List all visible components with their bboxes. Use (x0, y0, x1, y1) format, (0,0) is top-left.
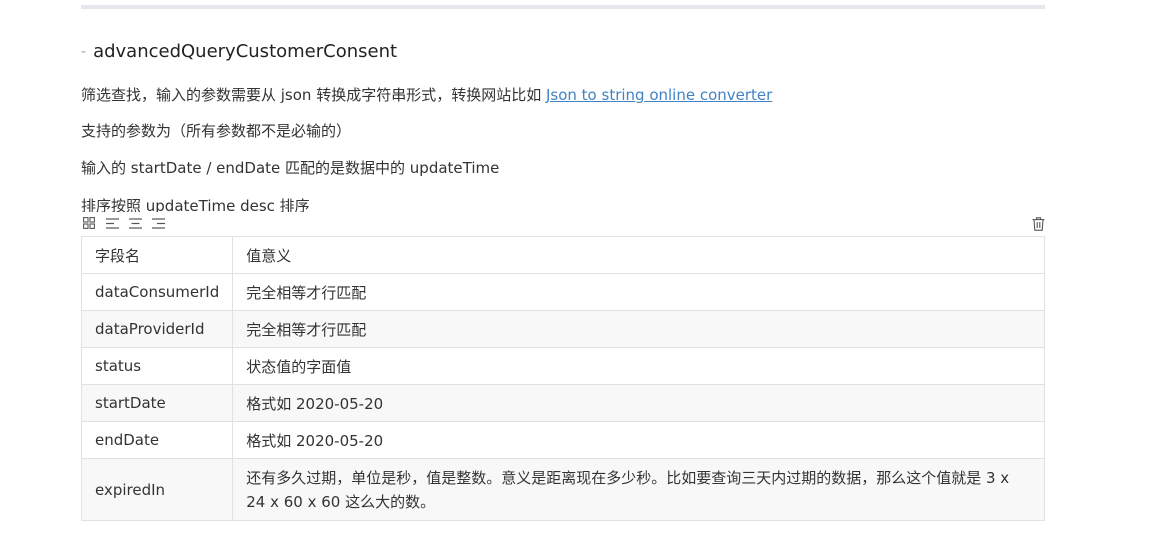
converter-link[interactable]: Json to string online converter (546, 86, 772, 104)
field-name-cell: status (80, 347, 234, 385)
heading-title: advancedQueryCustomerConsent (93, 41, 398, 62)
paragraph-params-intro: 支持的参数为（所有参数都不是必输的） (81, 122, 352, 140)
column-header-meaning: 值意义 (232, 236, 1045, 274)
table-grid-icon[interactable] (82, 216, 96, 230)
meaning-cell: 格式如 2020-05-20 (232, 384, 1045, 422)
meaning-cell: 完全相等才行匹配 (232, 273, 1045, 311)
table-row: dataProviderId 完全相等才行匹配 (80, 310, 1045, 348)
heading-marker: - (81, 44, 87, 60)
table-row: expiredIn 还有多久过期，单位是秒，值是整数。意义是距离现在多少秒。比如… (80, 458, 1045, 521)
table-row: dataConsumerId 完全相等才行匹配 (80, 273, 1045, 311)
table-row: endDate 格式如 2020-05-20 (80, 421, 1045, 459)
paragraph-description-text: 筛选查找，输入的参数需要从 json 转换成字符串形式，转换网站比如 (81, 86, 546, 104)
meaning-cell: 状态值的字面值 (232, 347, 1045, 385)
align-right-icon[interactable] (151, 216, 165, 230)
table-row: status 状态值的字面值 (80, 347, 1045, 385)
paragraph-sort-order: 排序按照 updateTime desc 排序 (81, 197, 310, 212)
paragraph-description: 筛选查找，输入的参数需要从 json 转换成字符串形式，转换网站比如 Json … (81, 85, 772, 105)
top-divider (81, 5, 1045, 9)
meaning-cell: 还有多久过期，单位是秒，值是整数。意义是距离现在多少秒。比如要查询三天内过期的数… (232, 458, 1045, 521)
parameters-table: 字段名 值意义 dataConsumerId 完全相等才行匹配 dataProv… (80, 236, 1045, 521)
field-name-cell: dataProviderId (80, 310, 234, 348)
table-header-row: 字段名 值意义 (80, 236, 1045, 274)
table-toolbar (82, 216, 174, 230)
meaning-cell: 完全相等才行匹配 (232, 310, 1045, 348)
field-name-cell: startDate (80, 384, 234, 422)
field-name-cell: dataConsumerId (80, 273, 234, 311)
align-center-icon[interactable] (128, 216, 142, 230)
meaning-cell: 格式如 2020-05-20 (232, 421, 1045, 459)
paragraph-date-match: 输入的 startDate / endDate 匹配的是数据中的 updateT… (81, 159, 500, 177)
field-name-cell: expiredIn (80, 458, 234, 521)
table-row: startDate 格式如 2020-05-20 (80, 384, 1045, 422)
trash-icon[interactable] (1032, 216, 1046, 231)
field-name-cell: endDate (80, 421, 234, 459)
column-header-field: 字段名 (80, 236, 234, 274)
section-heading: - advancedQueryCustomerConsent (81, 40, 397, 64)
align-left-icon[interactable] (105, 216, 119, 230)
